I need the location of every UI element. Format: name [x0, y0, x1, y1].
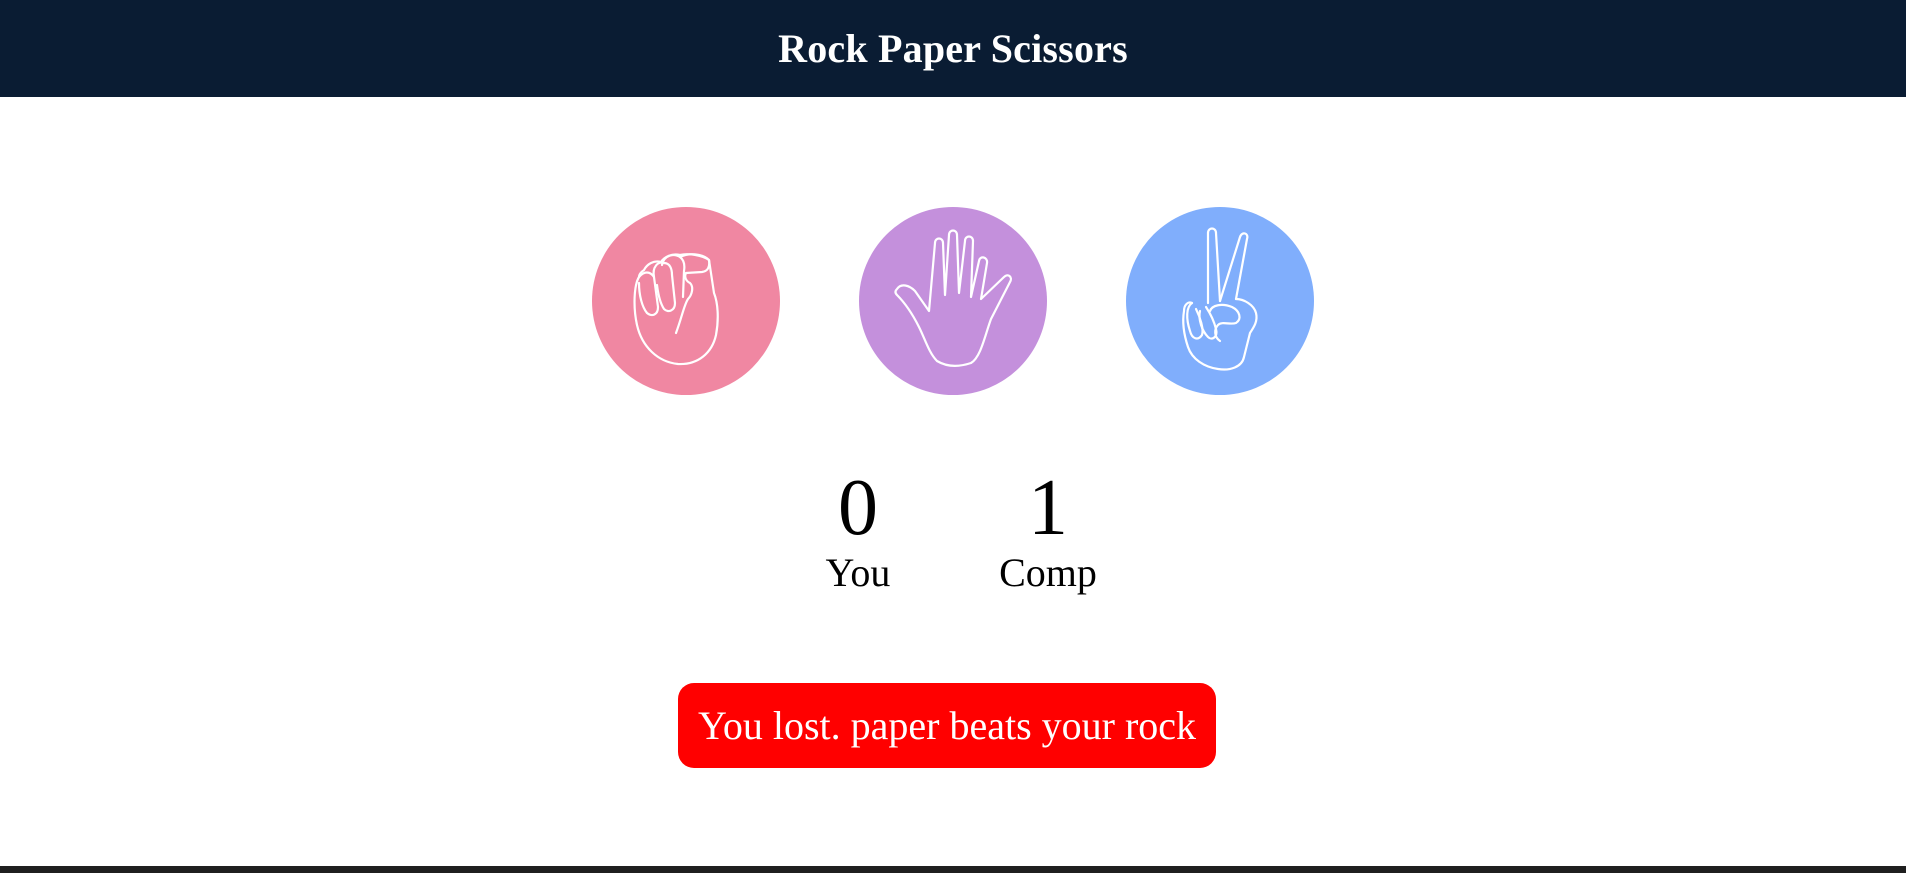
scoreboard: 0 You 1 Comp — [0, 468, 1906, 596]
choices-row — [0, 207, 1906, 395]
page-title: Rock Paper Scissors — [778, 26, 1128, 71]
comp-score-label: Comp — [999, 550, 1097, 595]
comp-score: 1 — [1028, 464, 1068, 552]
user-score: 0 — [838, 464, 878, 552]
game-page: Rock Paper Scissors 0 You 1 Comp You los… — [0, 0, 1906, 873]
paper-choice-button[interactable] — [859, 207, 1047, 395]
scissors-choice-button[interactable] — [1126, 207, 1314, 395]
rock-choice-button[interactable] — [592, 207, 780, 395]
open-hand-icon — [894, 229, 1012, 367]
comp-score-block: 1 Comp — [999, 464, 1097, 596]
user-score-block: 0 You — [813, 468, 903, 596]
peace-hand-icon — [1182, 227, 1258, 371]
result-message: You lost. paper beats your rock — [678, 683, 1216, 768]
fist-icon — [633, 253, 719, 366]
user-score-label: You — [825, 550, 891, 595]
bottom-bar — [0, 866, 1906, 873]
header: Rock Paper Scissors — [0, 0, 1906, 97]
